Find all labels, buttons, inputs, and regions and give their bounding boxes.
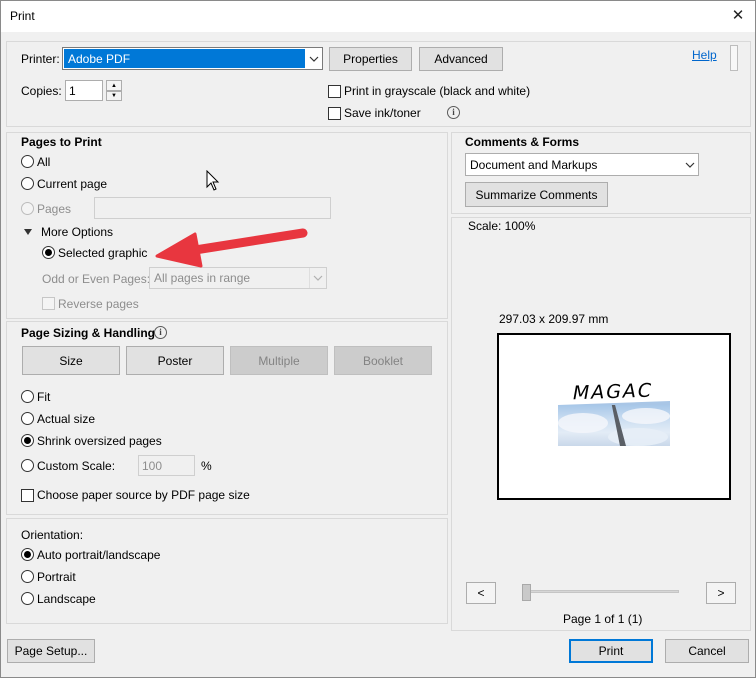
selected-graphic-radio[interactable] bbox=[42, 246, 55, 259]
portrait-radio[interactable] bbox=[21, 570, 34, 583]
text-cursor-icon bbox=[206, 170, 220, 191]
preview-thumbnail-text: MAGAC bbox=[570, 379, 655, 405]
tab-multiple[interactable]: Multiple bbox=[230, 346, 328, 375]
reverse-pages-checkbox[interactable] bbox=[42, 297, 55, 310]
chevron-down-icon bbox=[309, 268, 326, 288]
pages-label: Pages bbox=[37, 202, 72, 216]
fit-label: Fit bbox=[37, 390, 51, 404]
custom-scale-input[interactable]: 100 bbox=[138, 455, 195, 476]
scale-text: Scale: 100% bbox=[468, 219, 536, 233]
tab-booklet[interactable]: Booklet bbox=[334, 346, 432, 375]
landscape-radio[interactable] bbox=[21, 592, 34, 605]
copies-label: Copies: bbox=[21, 84, 62, 98]
comments-forms-heading: Comments & Forms bbox=[465, 135, 580, 149]
properties-button[interactable]: Properties bbox=[329, 47, 412, 71]
save-ink-label: Save ink/toner bbox=[344, 106, 421, 120]
window-title: Print bbox=[10, 9, 35, 23]
next-page-button[interactable]: > bbox=[706, 582, 736, 604]
current-page-label: Current page bbox=[37, 177, 108, 191]
odd-even-label: Odd or Even Pages: bbox=[42, 272, 151, 286]
current-page-radio[interactable] bbox=[21, 177, 34, 190]
percent-label: % bbox=[201, 459, 212, 473]
grayscale-checkbox[interactable] bbox=[328, 85, 341, 98]
info-icon[interactable]: i bbox=[154, 326, 167, 339]
pages-radio[interactable] bbox=[21, 202, 34, 215]
pages-range-input[interactable] bbox=[94, 197, 331, 219]
auto-orientation-label: Auto portrait/landscape bbox=[37, 548, 161, 562]
paper-source-checkbox[interactable] bbox=[21, 489, 34, 502]
shrink-oversized-radio[interactable] bbox=[21, 434, 34, 447]
close-icon[interactable]: ✕ bbox=[727, 5, 749, 27]
fit-radio[interactable] bbox=[21, 390, 34, 403]
page-size-text: 297.03 x 209.97 mm bbox=[499, 312, 609, 326]
copies-down-button[interactable]: ▼ bbox=[106, 91, 122, 101]
previous-page-button[interactable]: < bbox=[466, 582, 496, 604]
landscape-label: Landscape bbox=[37, 592, 96, 606]
odd-even-value: All pages in range bbox=[154, 271, 251, 285]
more-options-label[interactable]: More Options bbox=[41, 225, 113, 239]
comments-forms-select[interactable]: Document and Markups bbox=[465, 153, 699, 176]
copies-up-button[interactable]: ▲ bbox=[106, 80, 122, 91]
shrink-oversized-label: Shrink oversized pages bbox=[37, 434, 162, 448]
page-setup-button[interactable]: Page Setup... bbox=[7, 639, 95, 663]
comments-forms-value: Document and Markups bbox=[470, 157, 598, 172]
printer-label: Printer: bbox=[21, 52, 60, 66]
paper-source-label: Choose paper source by PDF page size bbox=[37, 488, 250, 502]
tab-poster[interactable]: Poster bbox=[126, 346, 224, 375]
summarize-comments-button[interactable]: Summarize Comments bbox=[465, 182, 608, 207]
save-ink-checkbox[interactable] bbox=[328, 107, 341, 120]
preview-page: MAGAC bbox=[497, 333, 731, 500]
all-radio[interactable] bbox=[21, 155, 34, 168]
orientation-heading: Orientation: bbox=[21, 528, 84, 542]
chevron-down-icon bbox=[305, 48, 322, 69]
reverse-pages-label: Reverse pages bbox=[58, 297, 139, 311]
grayscale-label: Print in grayscale (black and white) bbox=[344, 84, 531, 98]
cancel-button[interactable]: Cancel bbox=[665, 639, 749, 663]
annotation-arrow-icon bbox=[155, 228, 308, 268]
info-icon[interactable]: i bbox=[447, 106, 460, 119]
title-bar: Print ✕ bbox=[1, 1, 755, 32]
page-slider-thumb[interactable] bbox=[522, 584, 531, 601]
preview-graphic-top-band: MAGAC bbox=[558, 379, 670, 405]
printer-select[interactable]: Adobe PDF bbox=[62, 47, 323, 70]
print-dialog: Print ✕ Printer: Adobe PDF Properties Ad… bbox=[0, 0, 756, 678]
advanced-button[interactable]: Advanced bbox=[419, 47, 503, 71]
portrait-label: Portrait bbox=[37, 570, 76, 584]
chevron-down-icon bbox=[681, 154, 698, 175]
page-sizing-heading: Page Sizing & Handling bbox=[21, 326, 156, 340]
custom-scale-label: Custom Scale: bbox=[37, 459, 116, 473]
copies-input[interactable]: 1 bbox=[65, 80, 103, 101]
custom-scale-radio[interactable] bbox=[21, 459, 34, 472]
all-label: All bbox=[37, 155, 51, 169]
page-slider-track[interactable] bbox=[527, 590, 679, 593]
printer-selected-value: Adobe PDF bbox=[68, 51, 131, 66]
auto-orientation-radio[interactable] bbox=[21, 548, 34, 561]
scroll-handle[interactable] bbox=[730, 45, 738, 71]
tab-size[interactable]: Size bbox=[22, 346, 120, 375]
print-button[interactable]: Print bbox=[569, 639, 653, 663]
expand-triangle-icon[interactable] bbox=[24, 229, 32, 235]
help-link[interactable]: Help bbox=[692, 48, 717, 62]
selected-graphic-label: Selected graphic bbox=[58, 246, 148, 260]
preview-graphic bbox=[558, 401, 670, 446]
actual-size-radio[interactable] bbox=[21, 412, 34, 425]
pages-to-print-heading: Pages to Print bbox=[21, 135, 102, 149]
actual-size-label: Actual size bbox=[37, 412, 96, 426]
page-count-text: Page 1 of 1 (1) bbox=[563, 612, 643, 626]
